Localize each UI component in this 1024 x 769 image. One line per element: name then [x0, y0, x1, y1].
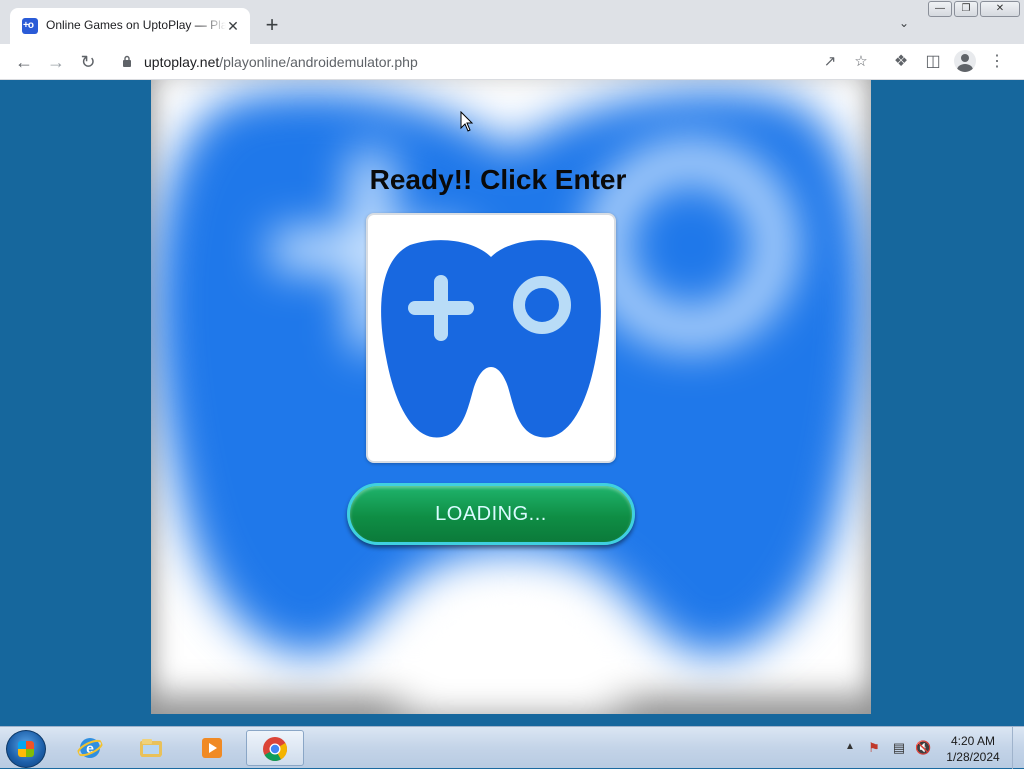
- internet-explorer-icon: e: [77, 738, 103, 758]
- restore-button[interactable]: ❐: [954, 1, 978, 17]
- network-icon[interactable]: ▤: [891, 740, 907, 756]
- clock-date: 1/28/2024: [946, 750, 1000, 764]
- chrome-icon: [263, 737, 287, 762]
- browser-tab[interactable]: Online Games on UptoPlay — Play ✕: [10, 8, 250, 44]
- lock-icon[interactable]: [122, 55, 132, 67]
- uptoplay-logo-icon: [381, 240, 601, 438]
- page-title: Ready!! Click Enter: [369, 164, 627, 195]
- show-desktop-button[interactable]: [1012, 727, 1024, 769]
- window-controls: — ❐ ✕: [928, 1, 1020, 19]
- url-text[interactable]: uptoplay.net/playonline/androidemulator.…: [144, 54, 418, 70]
- chrome-taskbar-button[interactable]: [246, 730, 304, 766]
- browser-toolbar: ← → ↻ uptoplay.net/playonline/androidemu…: [0, 44, 1024, 80]
- page-viewport: Ready!! Click Enter LOADING...: [0, 80, 1024, 726]
- clock-time: 4:20 AM: [950, 734, 996, 748]
- side-panel-icon[interactable]: ◫: [921, 50, 945, 74]
- close-window-button[interactable]: ✕: [980, 1, 1020, 17]
- new-tab-button[interactable]: +: [260, 14, 284, 38]
- file-explorer-icon: [140, 739, 162, 757]
- back-icon[interactable]: ←: [12, 50, 36, 74]
- address-bar[interactable]: uptoplay.net/playonline/androidemulator.…: [112, 48, 880, 76]
- media-player-taskbar-button[interactable]: [186, 730, 238, 766]
- mouse-cursor-icon: [460, 111, 474, 132]
- menu-kebab-icon[interactable]: ⋮: [985, 50, 1009, 74]
- volume-muted-icon[interactable]: 🔇: [915, 740, 931, 756]
- url-path: /playonline/androidemulator.php: [219, 54, 418, 70]
- browser-titlebar: Online Games on UptoPlay — Play ✕ + ⌄ — …: [0, 0, 1024, 44]
- tab-search-chevron-icon[interactable]: ⌄: [894, 16, 914, 36]
- loading-button[interactable]: LOADING...: [347, 483, 635, 545]
- uptoplay-favicon-icon: [22, 18, 38, 34]
- uptoplay-logo-card: [366, 213, 616, 463]
- minimize-button[interactable]: —: [928, 1, 952, 17]
- internet-explorer-taskbar-button[interactable]: e: [64, 730, 116, 766]
- tray-expand-icon[interactable]: ▲: [845, 741, 855, 752]
- game-loading-screen: Ready!! Click Enter LOADING...: [151, 80, 871, 714]
- action-center-flag-icon[interactable]: ⚑: [866, 740, 882, 756]
- system-clock[interactable]: 4:20 AM 1/28/2024: [940, 733, 1006, 765]
- url-domain: uptoplay.net: [144, 54, 220, 70]
- reload-icon[interactable]: ↻: [76, 50, 100, 74]
- media-player-icon: [202, 738, 222, 758]
- profile-avatar-icon[interactable]: [954, 50, 976, 72]
- extensions-puzzle-icon[interactable]: ❖: [889, 50, 913, 74]
- tab-title: Online Games on UptoPlay — Play: [46, 18, 226, 32]
- tab-close-icon[interactable]: ✕: [224, 17, 242, 35]
- file-explorer-taskbar-button[interactable]: [125, 730, 177, 766]
- bookmark-star-icon[interactable]: ☆: [850, 51, 872, 73]
- forward-icon[interactable]: →: [44, 50, 68, 74]
- start-button[interactable]: [6, 730, 46, 768]
- windows-taskbar: e ▲ ⚑ ▤ 🔇 4:20 AM 1/28/2024: [0, 726, 1024, 769]
- share-icon[interactable]: ↗: [819, 51, 841, 73]
